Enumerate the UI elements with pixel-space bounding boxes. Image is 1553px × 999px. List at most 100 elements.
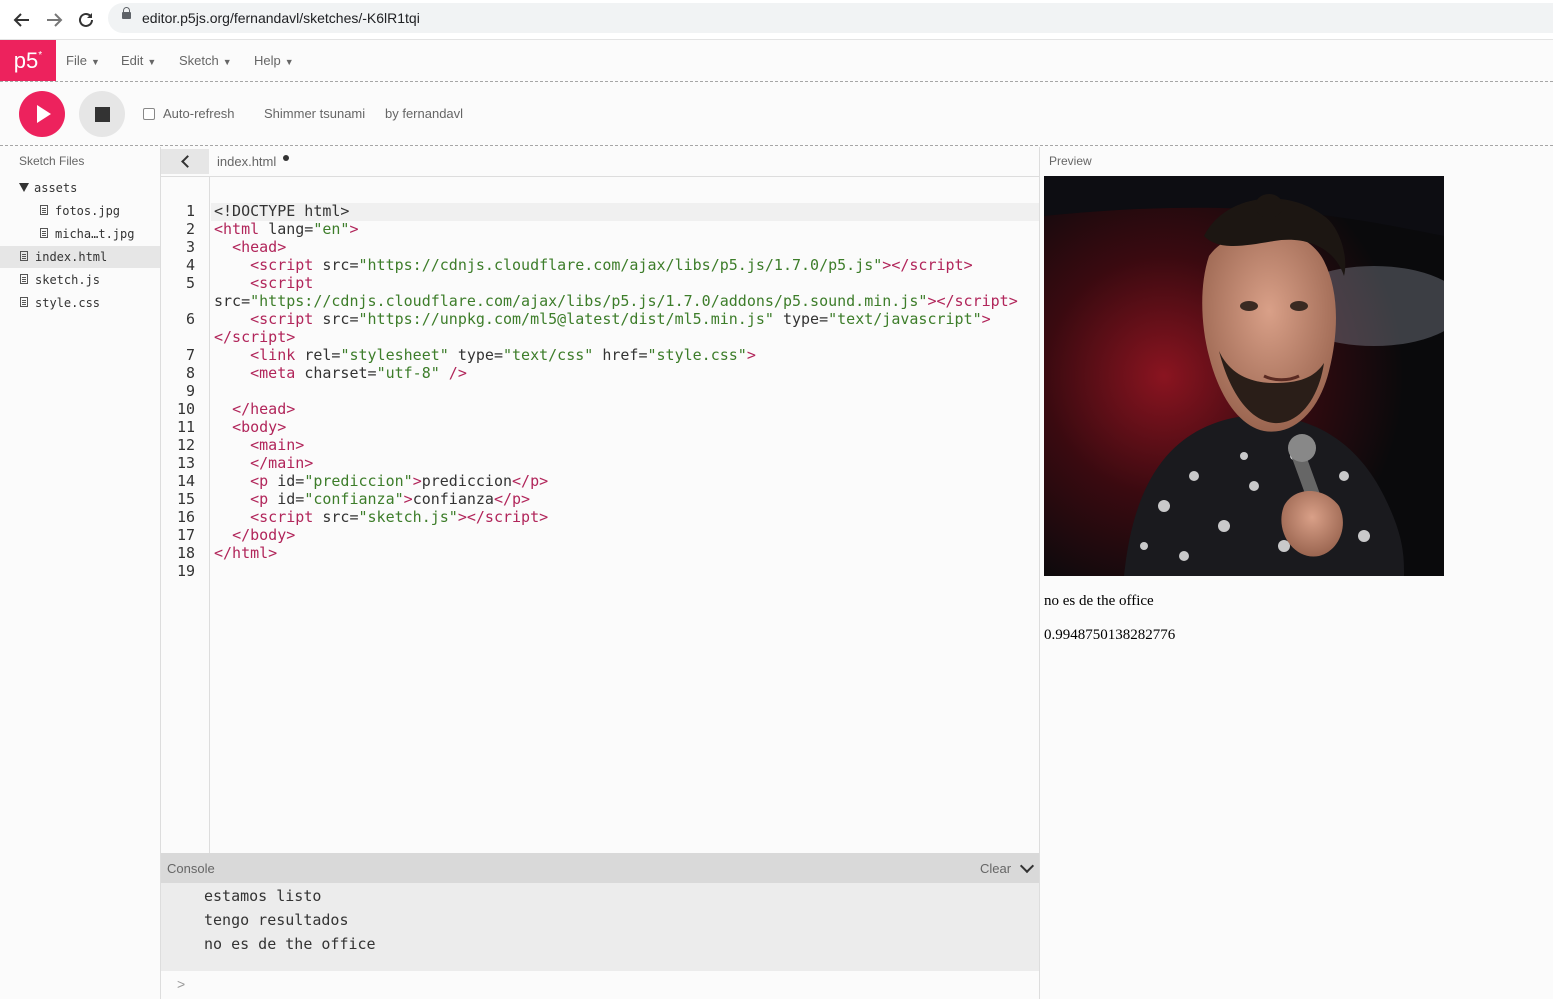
console-header: Console Clear	[161, 853, 1039, 883]
lock-icon	[122, 7, 131, 19]
chevron-down-icon[interactable]	[1019, 858, 1035, 874]
play-button[interactable]	[19, 91, 65, 137]
code-string-token: "stylesheet"	[340, 346, 449, 364]
file-icon	[20, 251, 28, 261]
code-tag-token: ></script>	[457, 508, 549, 526]
code-line[interactable]: <p id="prediccion">prediccion</p>	[214, 472, 548, 490]
code-tag-token: ></script>	[882, 256, 973, 274]
tab-index-html[interactable]: index.html	[217, 154, 276, 169]
code-line[interactable]: <html lang="en">	[214, 220, 359, 238]
arrow-left-icon[interactable]	[10, 8, 34, 32]
code-text-token: charset=	[304, 364, 377, 382]
stop-button[interactable]	[79, 91, 125, 137]
code-line[interactable]: <!DOCTYPE html>	[214, 202, 349, 220]
confidence-text: 0.9948750138282776	[1044, 627, 1176, 643]
code-string-token: "style.css"	[647, 346, 747, 364]
menu-sketch[interactable]: Sketch ▼	[179, 53, 232, 68]
code-line[interactable]: <script	[214, 274, 313, 292]
code-line[interactable]: <script src="https://cdnjs.cloudflare.co…	[214, 256, 973, 274]
auto-refresh-checkbox[interactable]	[143, 108, 155, 120]
code-text-token: lang=	[268, 220, 314, 238]
menu-sketch-label: Sketch	[179, 53, 219, 68]
browser-bar: editor.p5js.org/fernandavl/sketches/-K6l…	[0, 0, 1553, 40]
code-text-token: <!DOCTYPE html>	[214, 202, 350, 220]
code-line[interactable]: </body>	[214, 526, 295, 544]
reload-icon[interactable]	[74, 8, 98, 32]
code-tag-token: <body>	[232, 418, 287, 436]
code-tag-token: </p>	[512, 472, 549, 490]
caret-down-icon: ▼	[90, 57, 100, 67]
console-title: Console	[167, 861, 215, 876]
address-bar[interactable]: editor.p5js.org/fernandavl/sketches/-K6l…	[108, 3, 1553, 33]
code-line[interactable]: </script>	[214, 328, 295, 346]
collapse-sidebar-button[interactable]	[161, 149, 209, 174]
play-icon	[37, 105, 51, 123]
arrow-right-icon[interactable]	[42, 8, 66, 32]
menu-edit[interactable]: Edit ▼	[121, 53, 156, 68]
code-tag-token: <link	[250, 346, 305, 364]
file-item-sketch-js[interactable]: sketch.js	[0, 269, 160, 291]
code-string-token: "text/css"	[503, 346, 594, 364]
code-line[interactable]: <body>	[214, 418, 286, 436]
code-line[interactable]: src="https://cdnjs.cloudflare.com/ajax/l…	[214, 292, 1018, 310]
code-line[interactable]: <script src="https://unpkg.com/ml5@lates…	[214, 310, 991, 328]
file-item-micha[interactable]: micha…t.jpg	[0, 223, 160, 245]
code-line[interactable]: <script src="sketch.js"></script>	[214, 508, 548, 526]
chevron-left-icon	[180, 155, 194, 168]
code-string-token: "en"	[313, 220, 350, 238]
file-item-style-css[interactable]: style.css	[0, 292, 160, 314]
menu-file-label: File	[66, 53, 87, 68]
line-number: 14	[176, 472, 195, 490]
code-line[interactable]: </main>	[214, 454, 313, 472]
code-tag-token: >	[746, 346, 756, 364]
line-number: 10	[176, 400, 195, 418]
file-label: style.css	[35, 296, 101, 310]
p5-logo[interactable]: p5 *	[0, 40, 56, 81]
code-line[interactable]: </head>	[214, 400, 295, 418]
line-number-gutter: 1 2 3 4 5 6 7 8 9 10 11 12 13 14 15 16 1…	[161, 177, 210, 853]
code-string-token: "text/javascript"	[828, 310, 982, 328]
code-text-token: type=	[448, 346, 503, 364]
code-line[interactable]: <link rel="stylesheet" type="text/css" h…	[214, 346, 756, 364]
file-item-index-html[interactable]: index.html	[0, 246, 160, 268]
code-text-token: src=	[322, 310, 359, 328]
code-line[interactable]: </html>	[214, 544, 277, 562]
code-tag-token: <html	[214, 220, 269, 238]
code-tag-token: <p	[250, 490, 278, 508]
file-item-fotos[interactable]: fotos.jpg	[0, 200, 160, 222]
sketch-owner[interactable]: by fernandavl	[385, 106, 463, 121]
code-tag-token: <script	[250, 274, 314, 292]
code-tag-token: >	[403, 490, 413, 508]
console-clear-button[interactable]: Clear	[980, 861, 1011, 876]
line-number: 11	[176, 418, 195, 436]
code-tag-token: </html>	[214, 544, 278, 562]
console-input[interactable]: >	[161, 971, 1039, 999]
code-tag-token: ></script>	[927, 292, 1018, 310]
file-label: micha…t.jpg	[55, 227, 135, 241]
line-number: 6	[185, 310, 195, 328]
sketch-name[interactable]: Shimmer tsunami	[264, 106, 365, 121]
menu-help[interactable]: Help ▼	[254, 53, 294, 68]
code-line[interactable]: <meta charset="utf-8" />	[214, 364, 467, 382]
code-line[interactable]: <p id="confianza">confianza</p>	[214, 490, 530, 508]
stop-icon	[94, 106, 110, 122]
code-line[interactable]: <main>	[214, 436, 304, 454]
code-text-token: src=	[322, 256, 359, 274]
line-number: 2	[185, 220, 195, 238]
menu-file[interactable]: File ▼	[66, 53, 100, 68]
file-icon	[20, 274, 28, 284]
code-text-token: src=	[214, 292, 251, 310]
line-number: 5	[185, 274, 195, 292]
folder-label: assets	[34, 181, 78, 195]
preview-photo	[1044, 176, 1444, 576]
code-line[interactable]: <head>	[214, 238, 286, 256]
folder-assets[interactable]: assets	[0, 177, 160, 199]
line-number: 15	[176, 490, 195, 508]
